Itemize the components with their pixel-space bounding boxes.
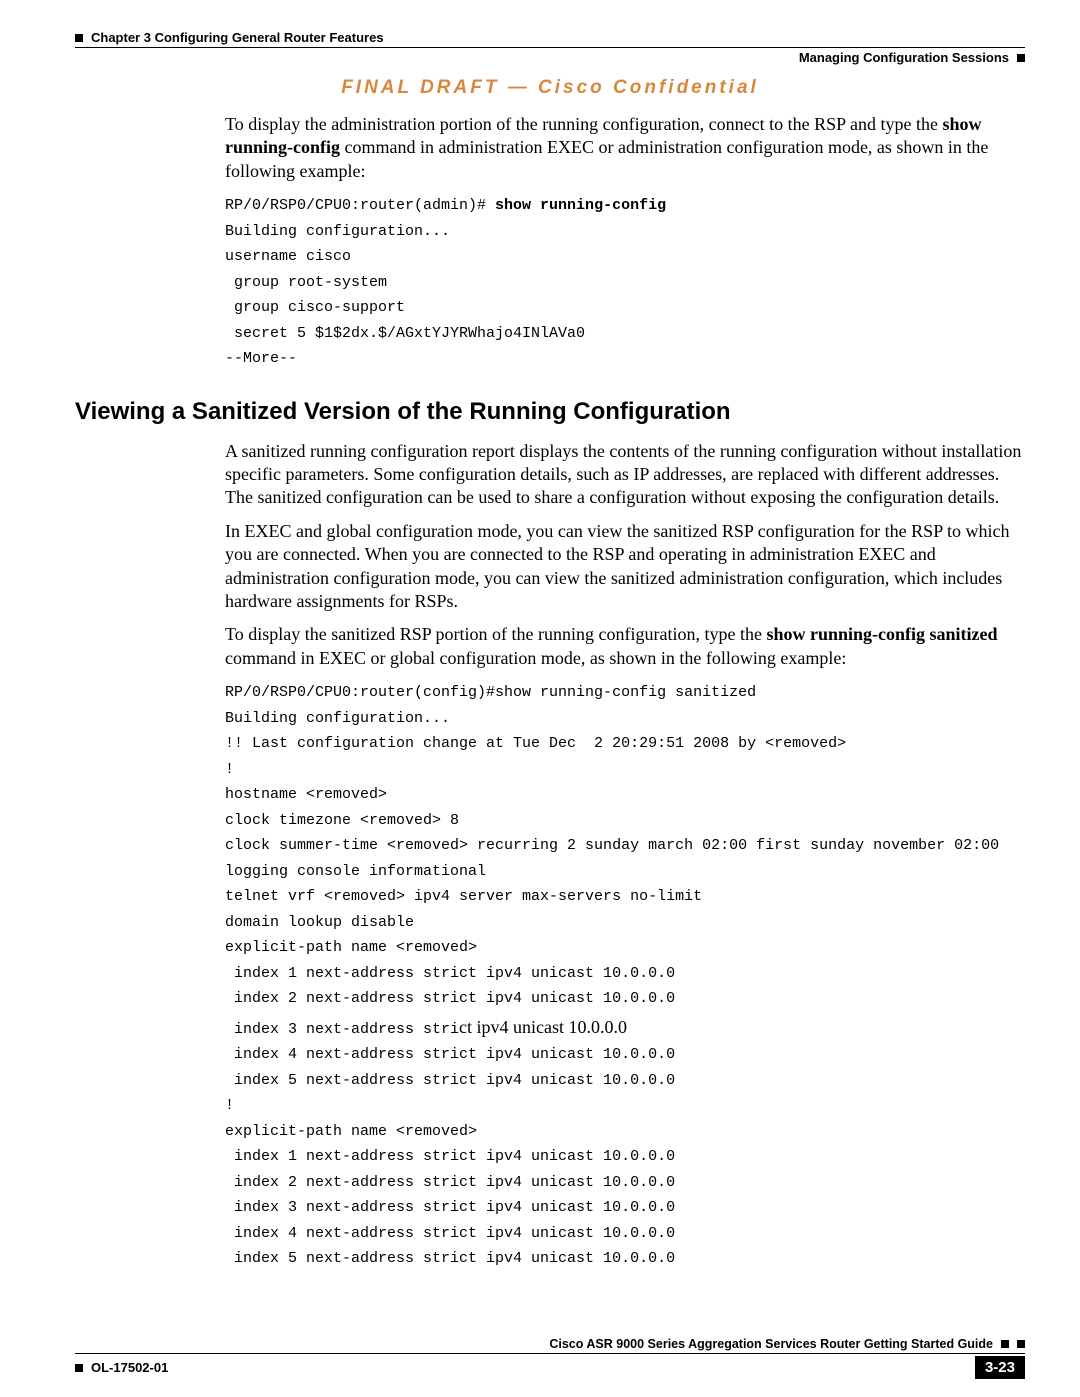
sanitized-p1: A sanitized running configuration report… [225, 440, 1025, 510]
command-bold: show running-config sanitized [767, 624, 998, 644]
square-icon [1001, 1340, 1009, 1348]
footer-bottom: OL-17502-01 3-23 [75, 1356, 1025, 1379]
intro-paragraph: To display the administration portion of… [225, 113, 1025, 183]
header-left: Chapter 3 Configuring General Router Fea… [75, 30, 384, 45]
sanitized-block: A sanitized running configuration report… [225, 440, 1025, 1272]
code-part-b: index 4 next-address strict ipv4 unicast… [225, 1046, 675, 1267]
text: To display the administration portion of… [225, 114, 942, 134]
header-right-row: Managing Configuration Sessions [75, 46, 1025, 65]
page-footer: Cisco ASR 9000 Series Aggregation Servic… [75, 1337, 1025, 1379]
sanitized-p3: To display the sanitized RSP portion of … [225, 623, 1025, 670]
code-block-2: RP/0/RSP0/CPU0:router(config)#show runni… [225, 680, 1025, 1272]
code-odd-span: ct ipv4 unicast 10.0.0.0 [459, 1017, 627, 1037]
code-part-a: RP/0/RSP0/CPU0:router(config)#show runni… [225, 684, 999, 1038]
section-label: Managing Configuration Sessions [799, 50, 1009, 65]
page-number: 3-23 [975, 1356, 1025, 1379]
header-right: Managing Configuration Sessions [799, 50, 1025, 65]
intro-block: To display the administration portion of… [225, 113, 1025, 372]
running-header: Chapter 3 Configuring General Router Fea… [75, 30, 1025, 45]
square-icon [75, 1364, 83, 1372]
square-icon [1017, 54, 1025, 62]
footer-title-row: Cisco ASR 9000 Series Aggregation Servic… [75, 1337, 1025, 1351]
confidential-watermark: FINAL DRAFT — Cisco Confidential [75, 77, 1025, 99]
square-icon [1017, 1340, 1025, 1348]
doc-number: OL-17502-01 [91, 1360, 168, 1375]
text: To display the sanitized RSP portion of … [225, 624, 767, 644]
text: command in administration EXEC or admini… [225, 137, 988, 180]
chapter-label: Chapter 3 Configuring General Router Fea… [91, 30, 384, 45]
footer-rule [75, 1353, 1025, 1354]
footer-title: Cisco ASR 9000 Series Aggregation Servic… [549, 1337, 993, 1351]
prompt: RP/0/RSP0/CPU0:router(admin)# [225, 197, 495, 214]
command: show running-config [495, 197, 666, 214]
sanitized-p2: In EXEC and global configuration mode, y… [225, 520, 1025, 614]
page: Chapter 3 Configuring General Router Fea… [0, 0, 1080, 1397]
text: command in EXEC or global configuration … [225, 648, 846, 668]
section-heading: Viewing a Sanitized Version of the Runni… [75, 398, 1025, 426]
code-block-1: RP/0/RSP0/CPU0:router(admin)# show runni… [225, 193, 1025, 372]
footer-left: OL-17502-01 [75, 1360, 168, 1375]
code-body: Building configuration... username cisco… [225, 223, 585, 368]
square-icon [75, 34, 83, 42]
